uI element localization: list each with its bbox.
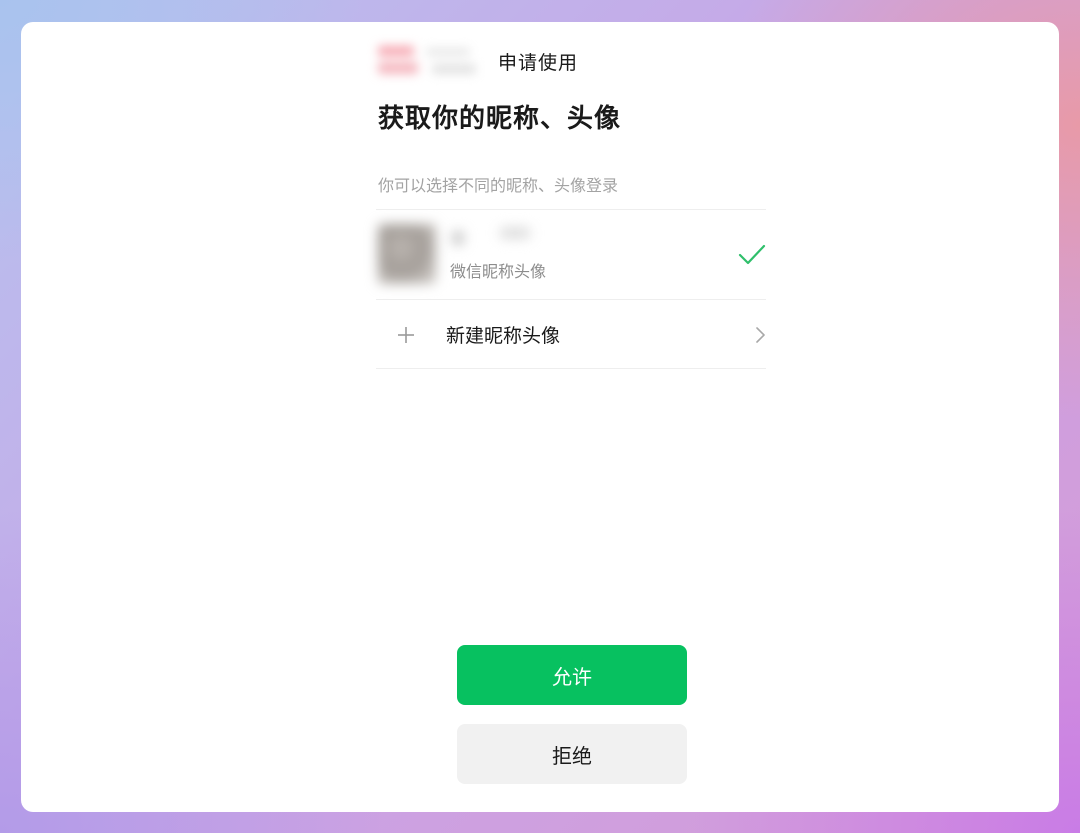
check-icon — [738, 244, 766, 265]
option-label: 新建昵称头像 — [446, 325, 561, 347]
request-label: 申请使用 — [498, 52, 579, 74]
avatar — [378, 224, 436, 284]
page-title: 获取你的昵称、头像 — [378, 104, 622, 134]
app-logo-icon — [376, 42, 480, 80]
allow-button[interactable]: 允许 — [457, 645, 687, 705]
option-sublabel: 微信昵称头像 — [450, 262, 547, 281]
hint-text: 你可以选择不同的昵称、头像登录 — [378, 176, 619, 195]
authorization-dialog: 申请使用 获取你的昵称、头像 你可以选择不同的昵称、头像登录 微信昵称头像 新建… — [21, 22, 1059, 812]
blurred-nickname — [448, 225, 538, 247]
app-header: 申请使用 — [376, 42, 766, 82]
chevron-right-icon — [756, 327, 765, 343]
deny-button[interactable]: 拒绝 — [457, 724, 687, 784]
option-new-profile[interactable]: 新建昵称头像 — [376, 300, 766, 368]
plus-icon — [398, 327, 414, 343]
divider — [376, 368, 766, 369]
option-wechat-profile[interactable]: 微信昵称头像 — [376, 210, 766, 299]
